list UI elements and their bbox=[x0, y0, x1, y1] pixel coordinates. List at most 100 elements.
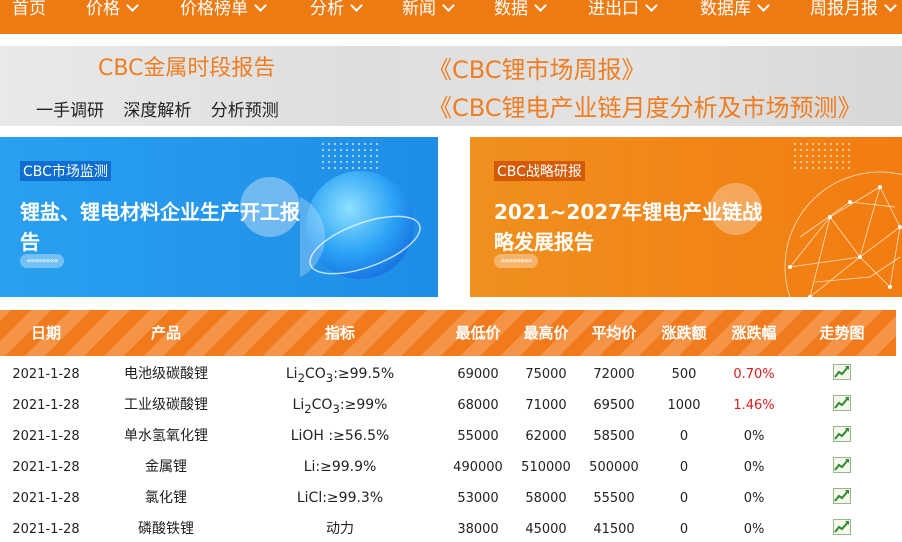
avg-price-cell: 41500 bbox=[593, 522, 635, 537]
top-nav: 首页 价格 价格榜单 分析 新闻 数据 进出口 数据库 周报月报 bbox=[0, 0, 902, 34]
card-tag: CBC市场监测 bbox=[20, 161, 111, 181]
date-cell: 2021-1-28 bbox=[12, 429, 80, 444]
column-header: 最低价 bbox=[455, 324, 501, 342]
nav-item-label: 价格榜单 bbox=[180, 0, 248, 19]
max-price-cell: 510000 bbox=[521, 460, 571, 475]
change-cell: 0 bbox=[679, 460, 689, 475]
spec-cell: 动力 bbox=[326, 521, 354, 537]
nav-item-3[interactable]: 分析 bbox=[310, 0, 363, 24]
avg-price-cell: 69500 bbox=[593, 398, 635, 413]
banner-subtitle-left: 一手调研 深度解析 分析预测 bbox=[36, 101, 279, 121]
nav-item-8[interactable]: 周报月报 bbox=[810, 0, 897, 24]
chevron-down-icon bbox=[254, 0, 267, 12]
table-row: 2021-1-28 金属锂 Li:≥99.9% 490000 510000 500000 0… bbox=[0, 452, 902, 483]
nav-item-label: 价格 bbox=[86, 0, 120, 19]
column-header: 涨跌幅 bbox=[731, 324, 777, 342]
price-table-header: 日期 产品 指标 最低价 最高价 平均价 涨跌额 涨跌幅 走势图 bbox=[0, 310, 896, 356]
nav-item-4[interactable]: 新闻 bbox=[402, 0, 455, 24]
max-price-cell: 45000 bbox=[525, 522, 567, 537]
avg-price-cell: 55500 bbox=[593, 491, 635, 506]
max-price-cell: 58000 bbox=[525, 491, 567, 506]
trend-chart-icon[interactable] bbox=[833, 457, 851, 473]
trend-chart-icon[interactable] bbox=[833, 395, 851, 411]
report-banner[interactable]: CBC金属时段报告 一手调研 深度解析 分析预测 《CBC锂市场周报》 《CBC… bbox=[0, 46, 902, 126]
product-cell: 单水氢氧化锂 bbox=[124, 428, 208, 444]
nav-item-7[interactable]: 数据库 bbox=[700, 0, 770, 24]
promo-card-strategy-report[interactable]: CBC战略研报 2021~2027年锂电产业链战略发展报告 «««««««« bbox=[470, 137, 902, 297]
min-price-cell: 38000 bbox=[457, 522, 499, 537]
sphere-graphic bbox=[300, 171, 421, 279]
nav-item-label: 周报月报 bbox=[810, 0, 878, 19]
chevron-down-icon bbox=[534, 0, 547, 12]
spec-cell: Li2CO3:≥99.5% bbox=[285, 366, 395, 385]
min-price-cell: 490000 bbox=[453, 460, 503, 475]
spec-cell: Li2CO3:≥99% bbox=[292, 397, 388, 416]
change-cell: 0 bbox=[679, 491, 689, 506]
trend-chart-icon[interactable] bbox=[833, 519, 851, 535]
min-price-cell: 55000 bbox=[457, 429, 499, 444]
nav-item-2[interactable]: 价格榜单 bbox=[180, 0, 267, 24]
date-cell: 2021-1-28 bbox=[12, 398, 80, 413]
date-cell: 2021-1-28 bbox=[12, 460, 80, 475]
table-row: 2021-1-28 磷酸铁锂 动力 38000 45000 41500 0 0% bbox=[0, 514, 902, 542]
network-globe-graphic bbox=[784, 171, 902, 297]
banner-title-monthly: 《CBC锂电产业链月度分析及市场预测》 bbox=[428, 94, 862, 122]
nav-item-label: 数据 bbox=[494, 0, 528, 19]
column-header: 走势图 bbox=[819, 324, 865, 342]
nav-item-label: 数据库 bbox=[700, 0, 751, 19]
max-price-cell: 75000 bbox=[525, 367, 567, 382]
trend-chart-icon[interactable] bbox=[833, 426, 851, 442]
nav-item-label: 分析 bbox=[310, 0, 344, 19]
product-cell: 金属锂 bbox=[145, 459, 187, 475]
promo-card-market-monitor[interactable]: CBC市场监测 锂盐、锂电材料企业生产开工报告 «««««««« bbox=[0, 137, 438, 297]
change-pct-cell: 0% bbox=[743, 522, 765, 537]
banner-title-weekly: 《CBC锂市场周报》 bbox=[428, 56, 646, 84]
spec-cell: Li:≥99.9% bbox=[303, 459, 377, 475]
change-pct-cell: 0.70% bbox=[733, 367, 775, 382]
table-row: 2021-1-28 电池级碳酸锂 Li2CO3:≥99.5% 69000 75000 72… bbox=[0, 359, 902, 390]
column-header: 指标 bbox=[324, 324, 355, 342]
nav-item-0[interactable]: 首页 bbox=[12, 0, 46, 24]
date-cell: 2021-1-28 bbox=[12, 491, 80, 506]
price-table-body: 2021-1-28 电池级碳酸锂 Li2CO3:≥99.5% 69000 75000 72… bbox=[0, 359, 902, 542]
chevron-down-icon bbox=[442, 0, 455, 12]
column-header: 产品 bbox=[150, 324, 181, 342]
trend-chart-icon[interactable] bbox=[833, 488, 851, 504]
nav-item-label: 新闻 bbox=[402, 0, 436, 19]
product-cell: 工业级碳酸锂 bbox=[124, 397, 208, 413]
chevron-down-icon bbox=[757, 0, 770, 12]
column-header: 涨跌额 bbox=[661, 324, 707, 342]
max-price-cell: 71000 bbox=[525, 398, 567, 413]
change-cell: 1000 bbox=[667, 398, 701, 413]
trend-chart-icon[interactable] bbox=[833, 364, 851, 380]
product-cell: 磷酸铁锂 bbox=[138, 521, 194, 537]
avg-price-cell: 500000 bbox=[589, 460, 639, 475]
spec-cell: LiOH :≥56.5% bbox=[290, 428, 390, 444]
avg-price-cell: 72000 bbox=[593, 367, 635, 382]
card-title: 锂盐、锂电材料企业生产开工报告 bbox=[20, 200, 300, 254]
chevron-down-icon bbox=[645, 0, 658, 12]
card-title: 2021~2027年锂电产业链战略发展报告 bbox=[494, 200, 763, 254]
banner-title-left: CBC金属时段报告 bbox=[98, 56, 276, 81]
change-cell: 500 bbox=[671, 367, 697, 382]
change-pct-cell: 1.46% bbox=[733, 398, 775, 413]
change-cell: 0 bbox=[679, 429, 689, 444]
column-header: 平均价 bbox=[591, 324, 637, 342]
spec-cell: LiCl:≥99.3% bbox=[296, 490, 384, 506]
nav-item-5[interactable]: 数据 bbox=[494, 0, 547, 24]
nav-item-label: 进出口 bbox=[588, 0, 639, 19]
avg-price-cell: 58500 bbox=[593, 429, 635, 444]
min-price-cell: 68000 bbox=[457, 398, 499, 413]
column-header: 最高价 bbox=[523, 324, 569, 342]
nav-item-label: 首页 bbox=[12, 0, 46, 19]
column-header: 日期 bbox=[30, 324, 61, 342]
chevron-down-icon bbox=[884, 0, 897, 12]
nav-item-6[interactable]: 进出口 bbox=[588, 0, 658, 24]
table-row: 2021-1-28 氯化锂 LiCl:≥99.3% 53000 58000 55500 0 0… bbox=[0, 483, 902, 514]
nav-item-1[interactable]: 价格 bbox=[86, 0, 139, 24]
min-price-cell: 69000 bbox=[457, 367, 499, 382]
min-price-cell: 53000 bbox=[457, 491, 499, 506]
card-arrow-pill: «««««««« bbox=[494, 254, 538, 268]
chevron-down-icon bbox=[350, 0, 363, 12]
change-pct-cell: 0% bbox=[743, 460, 765, 475]
